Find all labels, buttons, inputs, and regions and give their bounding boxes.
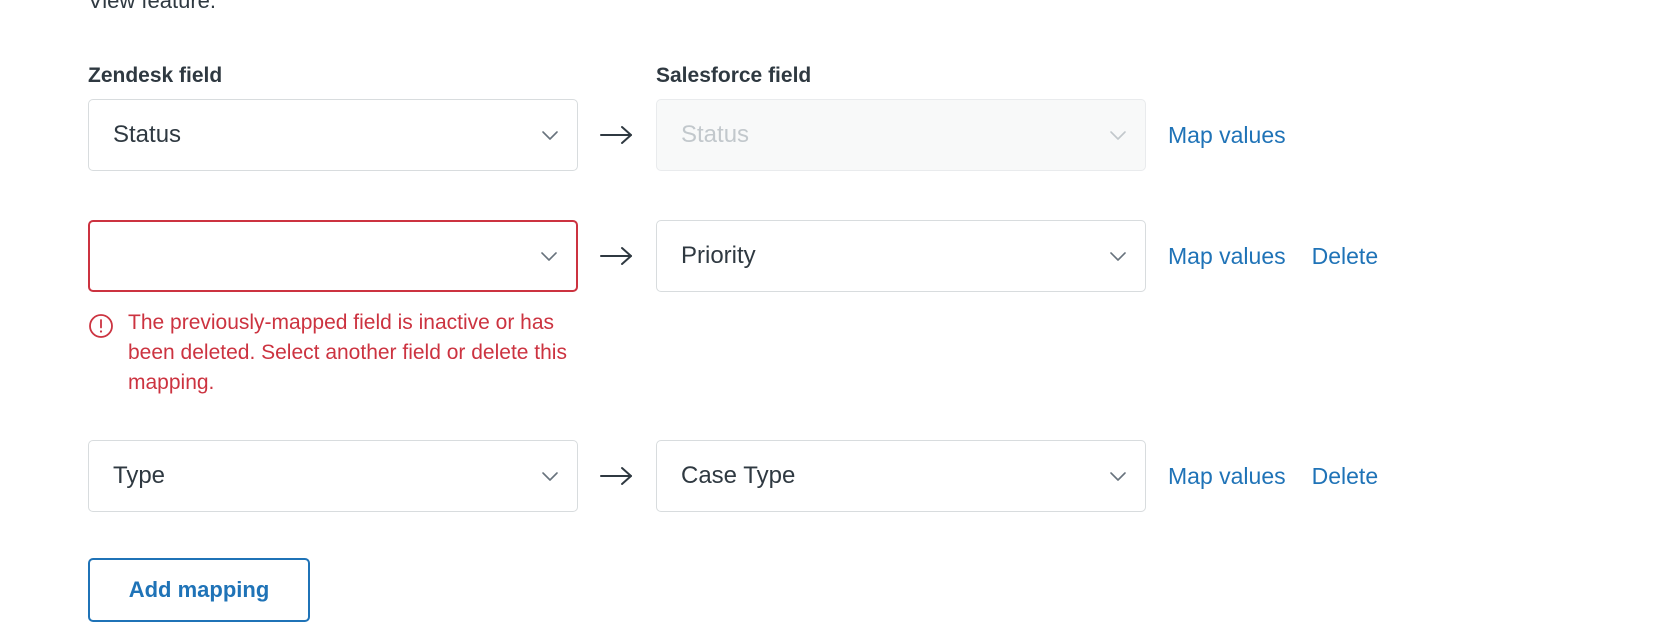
salesforce-field-select[interactable]: Priority	[656, 220, 1146, 292]
delete-link[interactable]: Delete	[1312, 462, 1378, 490]
chevron-down-icon	[537, 463, 563, 489]
zendesk-field-select[interactable]: Status	[88, 99, 578, 171]
row-actions: Map values Delete	[1168, 440, 1378, 512]
column-header-zendesk-field: Zendesk field	[88, 64, 223, 87]
salesforce-field-value: Case Type	[681, 462, 796, 489]
chevron-down-icon	[1105, 243, 1131, 269]
salesforce-field-select: Status	[656, 99, 1146, 171]
zendesk-field-value: Status	[113, 121, 182, 148]
arrow-right-icon	[598, 440, 636, 512]
map-values-link[interactable]: Map values	[1168, 462, 1286, 490]
salesforce-field-select[interactable]: Case Type	[656, 440, 1146, 512]
mapping-row: Status Status Map values	[0, 99, 1658, 177]
field-error-text: The previously-mapped field is inactive …	[128, 311, 567, 394]
salesforce-field-value: Status	[681, 121, 750, 148]
salesforce-field-value: Priority	[681, 242, 756, 269]
field-mapping-screen: View feature. Zendesk field Salesforce f…	[0, 0, 1658, 622]
mapping-row: Priority Map values Delete	[0, 220, 1658, 298]
zendesk-field-select[interactable]: Type	[88, 440, 578, 512]
zendesk-field-select[interactable]	[88, 220, 578, 292]
add-mapping-button[interactable]: Add mapping	[88, 558, 310, 622]
arrow-right-icon	[598, 99, 636, 171]
map-values-link[interactable]: Map values	[1168, 121, 1286, 149]
zendesk-field-value: Type	[113, 462, 166, 489]
delete-link[interactable]: Delete	[1312, 242, 1378, 270]
chevron-down-icon	[1105, 463, 1131, 489]
alert-error-icon	[88, 313, 114, 339]
arrow-right-icon	[598, 220, 636, 292]
field-error-message: The previously-mapped field is inactive …	[88, 308, 588, 398]
column-header-salesforce-field: Salesforce field	[656, 64, 812, 87]
chevron-down-icon	[536, 243, 562, 269]
row-actions: Map values	[1168, 99, 1286, 171]
row-actions: Map values Delete	[1168, 220, 1378, 292]
mapping-row: Type Case Type Map values Delete	[0, 440, 1658, 518]
chevron-down-icon	[537, 122, 563, 148]
intro-text: View feature.	[88, 0, 217, 13]
map-values-link[interactable]: Map values	[1168, 242, 1286, 270]
chevron-down-icon	[1105, 122, 1131, 148]
